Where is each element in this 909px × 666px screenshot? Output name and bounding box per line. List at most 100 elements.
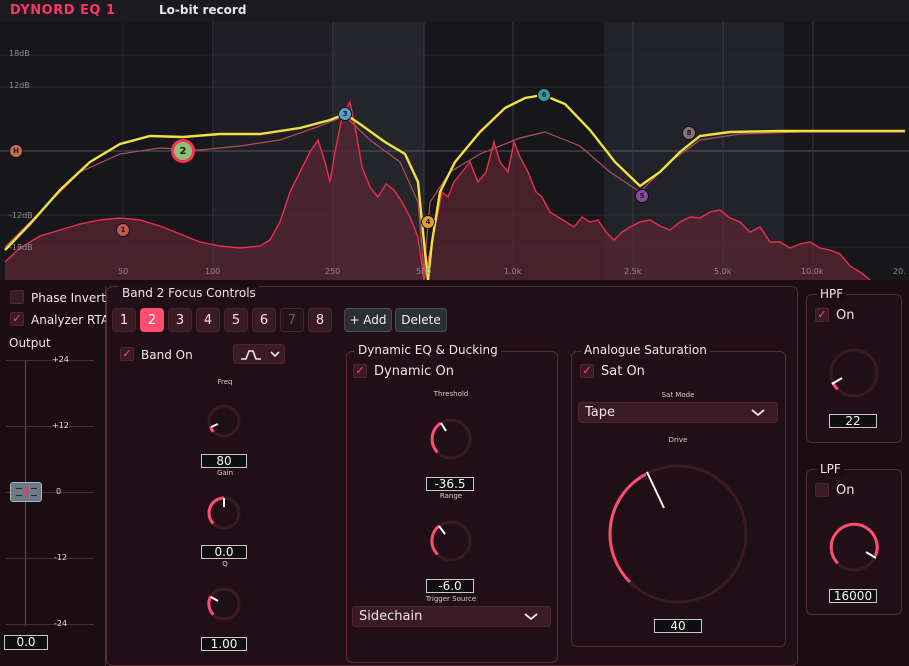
phase-invert-label: Phase Invert bbox=[31, 291, 106, 305]
scale-line bbox=[6, 360, 94, 361]
chevron-down-icon bbox=[751, 409, 765, 417]
lpf-on-label: On bbox=[836, 483, 855, 498]
trigger-source-dropdown[interactable]: Sidechain bbox=[352, 606, 551, 627]
chevron-down-icon bbox=[270, 351, 280, 358]
handle-grip bbox=[31, 495, 37, 496]
analyzer-rta-label: Analyzer RTA bbox=[31, 313, 110, 327]
hpf-on-checkbox[interactable]: ✓ bbox=[815, 308, 829, 322]
drive-label: Drive bbox=[668, 436, 688, 444]
freq-label: 50 bbox=[118, 267, 129, 276]
gain-value[interactable]: 0.0 bbox=[201, 545, 247, 559]
hpf-title: HPF bbox=[817, 287, 847, 301]
trigger-source-label: Trigger Source bbox=[425, 595, 477, 603]
output-value[interactable]: 0.0 bbox=[4, 635, 48, 650]
delete-band-button[interactable]: Delete bbox=[395, 308, 447, 332]
range-value[interactable]: -6.0 bbox=[426, 579, 474, 593]
freq-label: 10.0k bbox=[801, 267, 824, 276]
db-label: -12dB bbox=[9, 211, 33, 220]
band-on-label: Band On bbox=[141, 348, 193, 362]
analyzer-rta-checkbox[interactable]: ✓ bbox=[10, 312, 24, 326]
handle-marker bbox=[25, 486, 28, 498]
filter-type-dropdown[interactable] bbox=[233, 344, 285, 364]
phase-invert-checkbox[interactable] bbox=[10, 290, 24, 304]
q-knob[interactable] bbox=[205, 585, 243, 623]
drive-value[interactable]: 40 bbox=[654, 619, 702, 633]
handle-grip bbox=[31, 488, 37, 489]
db-label: 12dB bbox=[9, 81, 30, 90]
saturation-title: Analogue Saturation bbox=[581, 343, 710, 357]
dynamic-on-checkbox[interactable]: ✓ bbox=[353, 364, 367, 378]
band-button-5[interactable]: 5 bbox=[224, 308, 248, 332]
q-label: Q bbox=[222, 560, 228, 568]
output-tick: +24 bbox=[52, 355, 69, 364]
range-knob[interactable] bbox=[428, 518, 474, 564]
preset-name[interactable]: Lo-bit record bbox=[159, 3, 246, 17]
threshold-value[interactable]: -36.5 bbox=[426, 477, 474, 491]
sat-on-checkbox[interactable]: ✓ bbox=[580, 364, 594, 378]
drive-knob[interactable] bbox=[606, 462, 750, 606]
lpf-value[interactable]: 16000 bbox=[829, 589, 877, 603]
band-node-H[interactable]: H bbox=[9, 144, 23, 158]
plugin-name: DYNORD EQ 1 bbox=[10, 3, 116, 18]
output-tick: -12 bbox=[54, 553, 68, 562]
hpf-knob[interactable] bbox=[827, 346, 881, 400]
freq-label: 1.0k bbox=[504, 267, 522, 276]
db-label: -18dB bbox=[9, 243, 33, 252]
band-node-4[interactable]: 4 bbox=[421, 215, 435, 229]
freq-label: 2.5k bbox=[624, 267, 642, 276]
scale-line bbox=[6, 624, 94, 625]
band-button-2[interactable]: 2 bbox=[140, 308, 164, 332]
freq-label: 20. bbox=[893, 267, 906, 276]
band-node-2-selected[interactable]: 2 bbox=[171, 139, 195, 163]
hpf-on-label: On bbox=[836, 308, 855, 323]
band-node-3[interactable]: 3 bbox=[338, 107, 352, 121]
handle-grip bbox=[16, 488, 22, 489]
eq-graph-canvas bbox=[0, 22, 909, 280]
output-label: Output bbox=[9, 336, 51, 350]
band-node-6[interactable]: 6 bbox=[537, 88, 551, 102]
freq-value[interactable]: 80 bbox=[201, 454, 247, 468]
lpf-title: LPF bbox=[817, 462, 844, 476]
eq-graph[interactable]: 18dB 12dB -12dB -18dB 50 100 250 500 1.0… bbox=[0, 22, 909, 280]
add-band-button[interactable]: + Add bbox=[344, 308, 392, 332]
trigger-source-value: Sidechain bbox=[359, 609, 423, 624]
gain-knob[interactable] bbox=[205, 494, 243, 532]
chevron-down-icon bbox=[524, 613, 538, 621]
freq-label: Freq bbox=[217, 378, 233, 386]
gain-label: Gain bbox=[216, 469, 234, 477]
band-button-8[interactable]: 8 bbox=[308, 308, 332, 332]
handle-grip bbox=[16, 495, 22, 496]
freq-label: 100 bbox=[205, 267, 221, 276]
band-node-1[interactable]: 1 bbox=[116, 223, 130, 237]
db-label: 18dB bbox=[9, 49, 30, 58]
band-button-4[interactable]: 4 bbox=[196, 308, 220, 332]
freq-knob[interactable] bbox=[205, 402, 243, 440]
bell-filter-icon bbox=[241, 350, 261, 360]
freq-label: 500 bbox=[416, 267, 432, 276]
output-slider-handle[interactable] bbox=[10, 482, 42, 502]
threshold-label: Threshold bbox=[433, 390, 469, 398]
title-bar: DYNORD EQ 1 Lo-bit record bbox=[0, 0, 909, 22]
lpf-on-checkbox[interactable] bbox=[815, 483, 829, 497]
scale-line bbox=[6, 426, 94, 427]
output-tick: +12 bbox=[52, 421, 69, 430]
threshold-knob[interactable] bbox=[428, 416, 474, 462]
sat-on-label: Sat On bbox=[601, 364, 645, 379]
output-tick: 0 bbox=[56, 487, 62, 496]
band-node-5[interactable]: 5 bbox=[635, 189, 649, 203]
output-tick: -24 bbox=[54, 619, 68, 628]
freq-label: 250 bbox=[325, 267, 341, 276]
band-button-1[interactable]: 1 bbox=[112, 308, 136, 332]
q-value[interactable]: 1.00 bbox=[201, 637, 247, 651]
sat-mode-label: Sat Mode bbox=[661, 391, 695, 399]
band-panel-title: Band 2 Focus Controls bbox=[119, 286, 259, 300]
band-button-6[interactable]: 6 bbox=[252, 308, 276, 332]
band-button-3[interactable]: 3 bbox=[168, 308, 192, 332]
scale-line bbox=[6, 558, 94, 559]
band-node-8[interactable]: 8 bbox=[682, 126, 696, 140]
sat-mode-dropdown[interactable]: Tape bbox=[578, 402, 778, 423]
band-button-7[interactable]: 7 bbox=[280, 308, 304, 332]
hpf-value[interactable]: 22 bbox=[829, 414, 877, 428]
band-on-checkbox[interactable]: ✓ bbox=[120, 347, 134, 361]
lpf-knob[interactable] bbox=[827, 520, 881, 574]
